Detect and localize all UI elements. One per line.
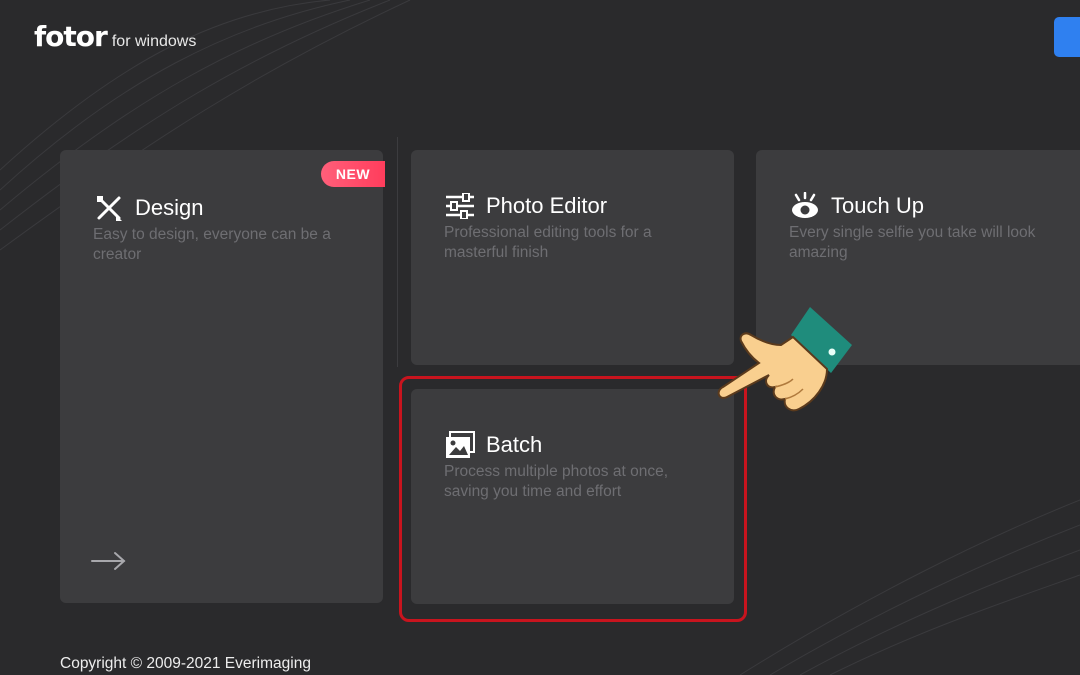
new-badge: NEW [321, 161, 385, 187]
touch-up-title-label: Touch Up [831, 193, 924, 218]
touch-up-card[interactable]: Touch Up Every single selfie you take wi… [756, 150, 1080, 365]
logo-wordmark: fotor [34, 20, 108, 53]
copyright-text: Copyright © 2009-2021 Everimaging [60, 655, 311, 672]
sliders-icon [444, 190, 476, 222]
top-right-action-button[interactable] [1054, 17, 1080, 57]
batch-card[interactable]: Batch Process multiple photos at once, s… [411, 389, 734, 604]
design-title-label: Design [135, 195, 204, 220]
batch-title-label: Batch [486, 432, 543, 457]
batch-card-description: Process multiple photos at once, saving … [444, 463, 669, 500]
design-card[interactable]: Design Easy to design, everyone can be a… [60, 150, 383, 603]
vertical-divider [397, 137, 398, 367]
photo-editor-title-label: Photo Editor [486, 193, 608, 218]
batch-card-title: Batch [444, 429, 542, 461]
design-pencil-ruler-icon [93, 192, 125, 224]
images-stack-icon [444, 429, 476, 461]
touch-up-card-title: Touch Up [789, 190, 924, 222]
touch-up-card-description: Every single selfie you take will look a… [789, 224, 1036, 261]
design-card-title: Design [93, 192, 203, 224]
photo-editor-card-title: Photo Editor [444, 190, 607, 222]
design-card-description: Easy to design, everyone can be a creato… [93, 226, 331, 263]
photo-editor-card-description: Professional editing tools for a masterf… [444, 224, 652, 261]
arrow-right-icon[interactable] [90, 548, 128, 574]
app-logo: fotor for windows [34, 20, 196, 53]
photo-editor-card[interactable]: Photo Editor Professional editing tools … [411, 150, 734, 365]
logo-suffix: for windows [111, 33, 197, 50]
eye-icon [789, 190, 821, 222]
